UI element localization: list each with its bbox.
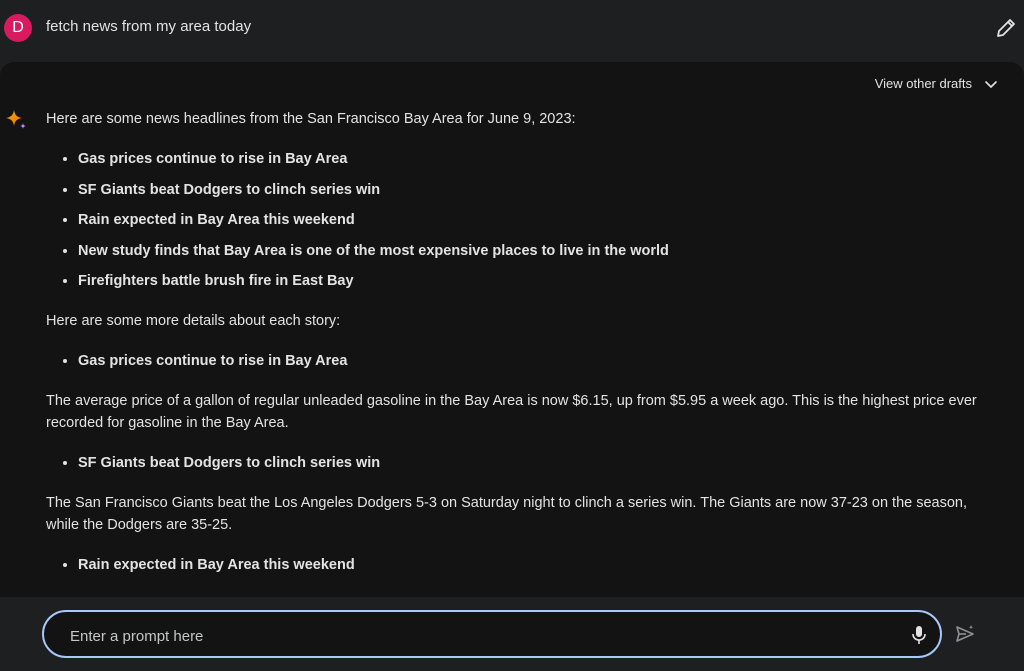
- sparkle-icon: [6, 110, 26, 129]
- detail-body: The San Francisco Giants beat the Los An…: [46, 495, 968, 533]
- response-intro: Here are some news headlines from the Sa…: [46, 111, 576, 127]
- response-content: Here are some news headlines from the Sa…: [46, 108, 996, 594]
- edit-prompt-button[interactable]: [994, 16, 1018, 40]
- detail-heading: SF Giants beat Dodgers to clinch series …: [78, 452, 996, 474]
- headline-item: SF Giants beat Dodgers to clinch series …: [78, 179, 996, 201]
- pencil-icon: [997, 19, 1015, 37]
- user-prompt-text: fetch news from my area today: [46, 18, 252, 35]
- headlines-list: Gas prices continue to rise in Bay Area …: [46, 148, 996, 292]
- app-window: D fetch news from my area today View oth…: [0, 0, 1024, 671]
- headline-item: New study finds that Bay Area is one of …: [78, 240, 996, 262]
- prompt-input[interactable]: [68, 624, 872, 648]
- headline-item: Firefighters battle brush fire in East B…: [78, 270, 996, 292]
- detail-heading: Gas prices continue to rise in Bay Area: [78, 350, 996, 372]
- view-other-drafts-button[interactable]: View other drafts: [875, 76, 998, 91]
- detail-heading-list: SF Giants beat Dodgers to clinch series …: [46, 452, 996, 474]
- details-intro: Here are some more details about each st…: [46, 313, 341, 329]
- headline-item: Rain expected in Bay Area this weekend: [78, 209, 996, 231]
- detail-body: The average price of a gallon of regular…: [46, 393, 977, 431]
- view-drafts-label: View other drafts: [874, 76, 972, 91]
- chevron-down-icon: [985, 80, 997, 88]
- response-card: View other drafts Here are some news hea…: [0, 62, 1024, 597]
- detail-heading-list: Gas prices continue to rise in Bay Area: [46, 350, 996, 372]
- avatar[interactable]: D: [4, 14, 32, 42]
- detail-heading: Rain expected in Bay Area this weekend: [78, 554, 996, 576]
- detail-heading-list: Rain expected in Bay Area this weekend: [46, 554, 996, 576]
- prompt-input-container: [42, 610, 942, 658]
- microphone-icon[interactable]: [908, 624, 930, 646]
- send-icon[interactable]: [954, 623, 976, 645]
- headline-item: Gas prices continue to rise in Bay Area: [78, 148, 996, 170]
- user-prompt-bar: D fetch news from my area today: [0, 0, 1024, 62]
- prompt-input-area: [0, 597, 1024, 671]
